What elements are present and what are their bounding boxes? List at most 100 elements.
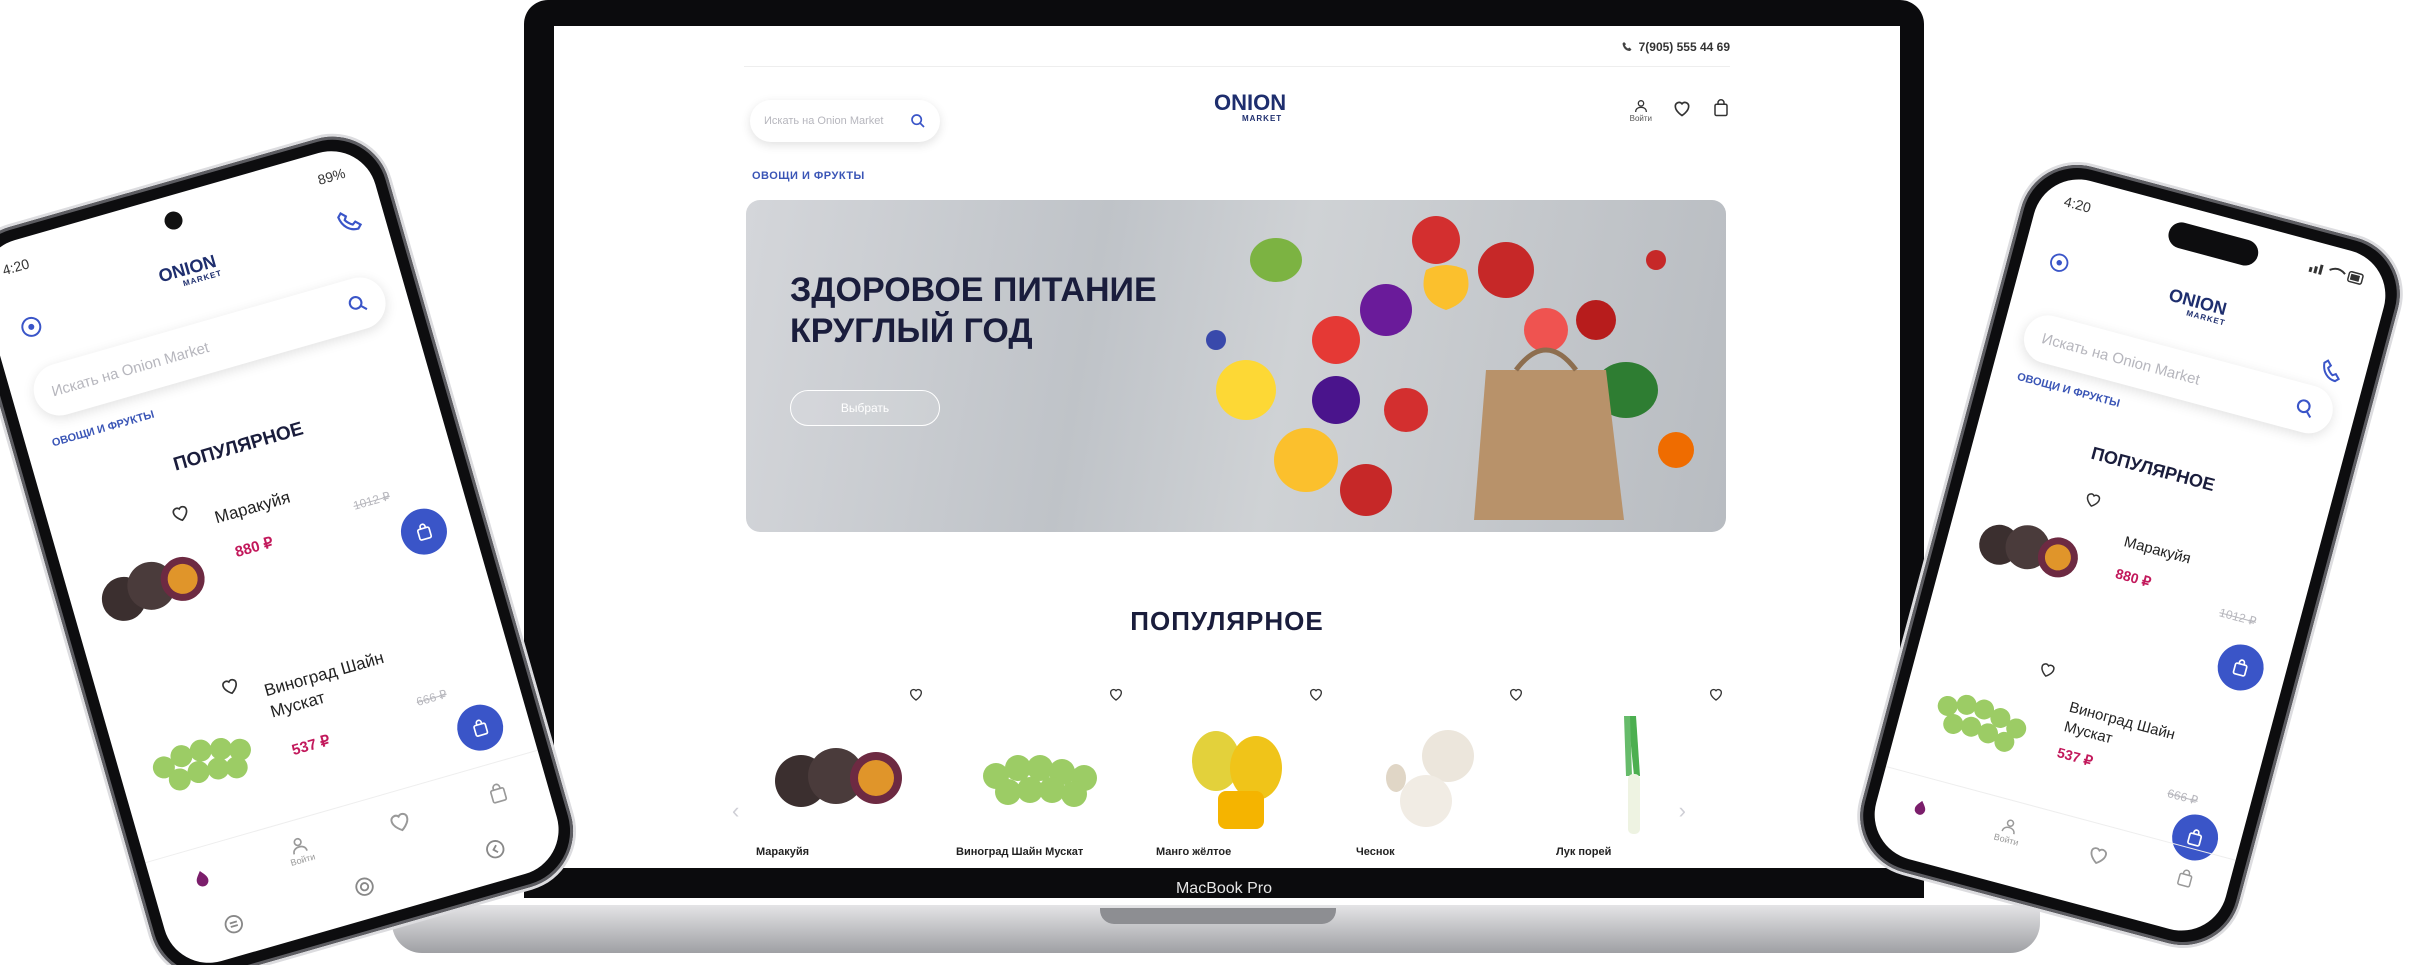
phone-icon[interactable] (2317, 357, 2346, 386)
favorite-heart-icon[interactable] (908, 686, 924, 702)
product-name[interactable]: Виноград Шайн Мускат (262, 640, 418, 724)
product-card[interactable]: Чеснок (1346, 686, 1536, 868)
grapes-image (152, 737, 251, 791)
favorite-heart-icon[interactable] (1308, 686, 1324, 702)
favorite-heart-icon[interactable] (1108, 686, 1124, 702)
product-card[interactable]: Лук порей (1546, 686, 1736, 868)
product-name[interactable]: Лук порей (1556, 846, 1611, 858)
bag-icon (2232, 659, 2248, 677)
login-button[interactable]: Войти (1630, 98, 1652, 123)
search-icon[interactable] (2293, 396, 2317, 420)
product-card[interactable]: Виноград Шайн Мускат (946, 686, 1136, 868)
onion-home-icon[interactable] (1909, 796, 1931, 818)
logo-sub: MARKET (1241, 114, 1283, 123)
product-price: 537 ₽ (289, 732, 332, 760)
right-phone: 4:20 ONION MARKET Искать на Onion Market… (1847, 151, 2413, 959)
favorite-heart-icon[interactable] (168, 501, 193, 526)
logo: ONION MARKET (1214, 92, 1286, 123)
heart-icon[interactable] (1672, 98, 1692, 118)
user-icon (1634, 100, 1647, 113)
login-label: Войти (1629, 114, 1652, 123)
product-price: 537 ₽ (2055, 744, 2095, 770)
product-card[interactable]: Манго жёлтое (1146, 686, 1336, 868)
nav-login[interactable]: Войти (1993, 814, 2025, 847)
leek-image (1624, 716, 1640, 834)
grapes-image (983, 755, 1097, 807)
site-logo[interactable]: ONION MARKET (1214, 92, 1286, 123)
carousel-prev-arrow[interactable]: ‹ (732, 798, 739, 824)
garlic-image (1386, 730, 1474, 827)
header-divider (744, 66, 1730, 67)
header-actions: Войти (1630, 98, 1730, 123)
search-placeholder: Искать на Onion Market (2040, 329, 2202, 389)
laptop-screen: 7(905) 555 44 69 Искать на Onion Market … (554, 26, 1900, 868)
passion-fruit-image (1979, 524, 2078, 578)
dynamic-island (2165, 219, 2262, 269)
phone-icon (1622, 42, 1632, 51)
passion-fruit-image (775, 748, 902, 807)
product-name[interactable]: Манго жёлтое (1156, 846, 1231, 858)
search-icon[interactable] (910, 113, 926, 129)
logo-word: ONION (1214, 90, 1287, 115)
product-old-price: 1012 ₽ (2217, 605, 2258, 629)
favorite-heart-icon[interactable] (2082, 489, 2104, 511)
add-to-cart-button[interactable] (2212, 639, 2269, 696)
favorite-heart-icon[interactable] (2037, 659, 2059, 681)
search-icon[interactable] (345, 292, 370, 317)
bag-icon (473, 719, 489, 737)
hero-banner: ЗДОРОВОЕ ПИТАНИЕ КРУГЛЫЙ ГОД Выбрать (746, 200, 1726, 532)
vegetables-illustration (1206, 216, 1694, 520)
popular-title: ПОПУЛЯРНОЕ (1130, 606, 1324, 636)
header-phone-number: 7(905) 555 44 69 (1638, 40, 1730, 54)
right-phone-screen: 4:20 ONION MARKET Искать на Onion Market… (1864, 169, 2396, 941)
grapes-image (1937, 694, 2027, 752)
add-to-cart-button[interactable] (395, 503, 453, 561)
products-carousel: ‹ › Маракуйя Виноград Шайн Мускат Манго … (732, 686, 1746, 868)
product-old-price: 666 ₽ (2165, 786, 2200, 808)
status-battery: 89% (315, 164, 348, 188)
passion-fruit-image (101, 556, 205, 621)
laptop-notch (1100, 908, 1336, 924)
cart-icon[interactable] (2174, 866, 2197, 890)
product-name[interactable]: Виноград Шайн Мускат (956, 846, 1083, 858)
onion-home-icon[interactable] (189, 865, 214, 890)
hero-choose-button[interactable]: Выбрать (790, 390, 940, 426)
favorite-heart-icon[interactable] (218, 674, 243, 699)
breadcrumb[interactable]: ОВОЩИ И ФРУКТЫ (752, 170, 865, 182)
bag-icon (416, 523, 433, 541)
hero-title: ЗДОРОВОЕ ПИТАНИЕ КРУГЛЫЙ ГОД (790, 271, 1157, 350)
status-time: 4:20 (2062, 193, 2093, 216)
left-phone-screen: 4:20 89% ONION MARKET Искать на Onion Ma… (0, 140, 570, 965)
product-name[interactable]: Маракуйя (756, 846, 809, 858)
status-time: 4:20 (0, 255, 32, 279)
laptop-model-label: MacBook Pro (1175, 880, 1273, 897)
back-icon[interactable] (482, 836, 509, 863)
favorite-heart-icon[interactable] (1508, 686, 1524, 702)
breadcrumb[interactable]: ОВОЩИ И ФРУКТЫ (51, 409, 156, 450)
add-to-cart-button[interactable] (451, 699, 509, 757)
search-placeholder: Искать на Onion Market (49, 338, 211, 400)
search-input[interactable]: Искать на Onion Market (750, 100, 940, 142)
mango-image (1192, 731, 1282, 829)
signal-battery-icon (2308, 264, 2364, 285)
product-price: 880 ₽ (233, 533, 276, 562)
heart-icon[interactable] (2085, 841, 2112, 868)
cart-icon[interactable] (1712, 98, 1730, 118)
search-placeholder: Искать на Onion Market (764, 115, 884, 127)
logo: ONION MARKET (154, 251, 223, 295)
product-name[interactable]: Чеснок (1356, 846, 1395, 858)
product-old-price: 666 ₽ (414, 686, 449, 709)
left-phone: 4:20 89% ONION MARKET Искать на Onion Ma… (0, 122, 587, 965)
product-card[interactable]: Маракуйя (746, 686, 936, 868)
header-phone[interactable]: 7(905) 555 44 69 (1621, 40, 1730, 54)
product-price: 880 ₽ (2113, 565, 2153, 591)
recents-icon[interactable] (220, 911, 247, 938)
product-old-price: 1012 ₽ (351, 488, 392, 513)
nav-login[interactable]: Войти (284, 832, 316, 867)
cart-icon[interactable] (485, 779, 510, 806)
home-icon[interactable] (351, 873, 378, 900)
product-name[interactable]: Маракуйя (212, 467, 362, 530)
heart-icon[interactable] (385, 806, 415, 836)
logo: ONION MARKET (2162, 285, 2231, 328)
favorite-heart-icon[interactable] (1708, 686, 1724, 702)
